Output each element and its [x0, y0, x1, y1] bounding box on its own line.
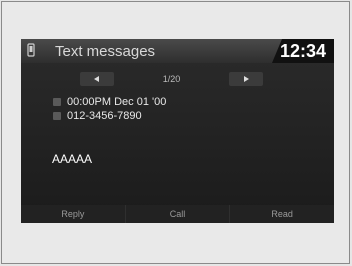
datetime-row: 00:00PM Dec 01 '00 [53, 95, 166, 109]
message-sender: 012-3456-7890 [67, 110, 142, 122]
next-message-button[interactable] [229, 71, 263, 86]
softkey-bar: Reply Call Read [21, 205, 334, 223]
message-meta: 00:00PM Dec 01 '00 012-3456-7890 [53, 95, 166, 123]
page-indicator: 1/20 [162, 73, 181, 84]
display-screen: Text messages 12:34 1/20 00:00PM Dec 01 … [21, 39, 334, 223]
sender-row: 012-3456-7890 [53, 109, 166, 123]
message-body: AAAAA [52, 152, 93, 166]
left-arrow-icon [94, 75, 99, 82]
clock-icon [53, 98, 61, 106]
message-datetime: 00:00PM Dec 01 '00 [67, 96, 167, 108]
clock: 12:34 [272, 39, 334, 63]
reply-button[interactable]: Reply [21, 205, 125, 223]
page-title: Text messages [55, 43, 156, 60]
header-bar: Text messages 12:34 [21, 39, 334, 63]
phone-icon [27, 43, 35, 57]
right-arrow-icon [244, 75, 249, 82]
previous-message-button[interactable] [80, 71, 114, 86]
message-pager: 1/20 [80, 70, 263, 87]
contact-icon [53, 112, 61, 120]
read-button[interactable]: Read [229, 205, 334, 223]
call-button[interactable]: Call [124, 205, 230, 223]
